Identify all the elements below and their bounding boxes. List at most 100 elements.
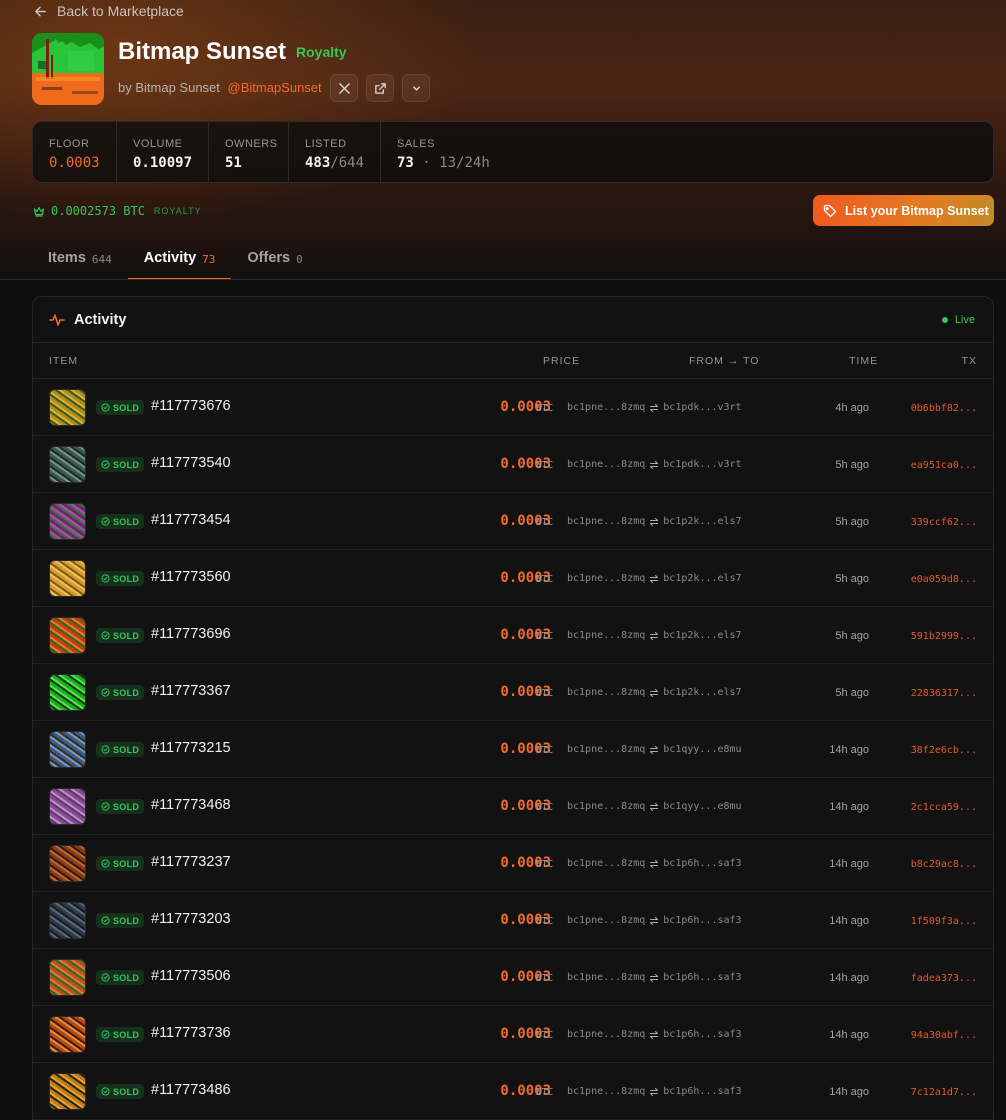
item-thumbnail[interactable] <box>49 845 86 882</box>
from-address-link[interactable]: bc1pne...8zmq <box>567 801 645 812</box>
activity-row[interactable]: SOLD #117773506 0.0003 BTC bc1pne...8zmq… <box>33 949 993 1006</box>
to-address-link[interactable]: bc1p6h...saf3 <box>663 858 741 869</box>
transaction-hash-link[interactable]: 94a30abf... <box>911 1030 977 1041</box>
inscription-id-link[interactable]: #117773696 <box>151 626 231 642</box>
activity-row[interactable]: SOLD #117773736 0.0003 BTC bc1pne...8zmq… <box>33 1006 993 1063</box>
item-thumbnail[interactable] <box>49 674 86 711</box>
transaction-hash-link[interactable]: fadea373... <box>911 973 977 984</box>
to-address-link[interactable]: bc1p6h...saf3 <box>663 1029 741 1040</box>
inscription-id-link[interactable]: #117773676 <box>151 398 231 414</box>
transaction-hash-link[interactable]: 22836317... <box>911 688 977 699</box>
creator-name: by Bitmap Sunset <box>118 80 220 95</box>
transaction-hash-link[interactable]: ea951ca0... <box>911 460 977 471</box>
x-logo-icon <box>338 82 350 94</box>
to-address-link[interactable]: bc1pdk...v3rt <box>663 459 741 470</box>
inscription-id-link[interactable]: #117773367 <box>151 683 231 699</box>
from-address-link[interactable]: bc1pne...8zmq <box>567 630 645 641</box>
tab-items-label: Items <box>48 250 86 266</box>
activity-row[interactable]: SOLD #117773454 0.0003 BTC bc1pne...8zmq… <box>33 493 993 550</box>
list-your-item-button[interactable]: List your Bitmap Sunset <box>813 195 994 226</box>
check-circle-icon <box>101 631 110 640</box>
from-address-link[interactable]: bc1pne...8zmq <box>567 573 645 584</box>
inscription-id-link[interactable]: #117773486 <box>151 1082 231 1098</box>
to-address-link[interactable]: bc1p2k...els7 <box>663 516 741 527</box>
activity-row[interactable]: SOLD #117773468 0.0003 BTC bc1pne...8zmq… <box>33 778 993 835</box>
transaction-hash-link[interactable]: b8c29ac8... <box>911 859 977 870</box>
inscription-id-link[interactable]: #117773203 <box>151 911 231 927</box>
from-address-link[interactable]: bc1pne...8zmq <box>567 516 645 527</box>
x-profile-button[interactable] <box>330 74 358 102</box>
from-address-link[interactable]: bc1pne...8zmq <box>567 858 645 869</box>
to-address-link[interactable]: bc1qyy...e8mu <box>663 801 741 812</box>
from-address-link[interactable]: bc1pne...8zmq <box>567 1029 645 1040</box>
inscription-id-link[interactable]: #117773215 <box>151 740 231 756</box>
item-thumbnail[interactable] <box>49 560 86 597</box>
inscription-id-link[interactable]: #117773736 <box>151 1025 231 1041</box>
tab-offers[interactable]: Offers 0 <box>231 240 318 280</box>
sold-badge: SOLD <box>96 457 145 472</box>
item-thumbnail[interactable] <box>49 959 86 996</box>
activity-row[interactable]: SOLD #117773560 0.0003 BTC bc1pne...8zmq… <box>33 550 993 607</box>
to-address-link[interactable]: bc1qyy...e8mu <box>663 744 741 755</box>
external-link-button[interactable] <box>366 74 394 102</box>
inscription-id-link[interactable]: #117773454 <box>151 512 231 528</box>
inscription-id-link[interactable]: #117773540 <box>151 455 231 471</box>
chevron-down-icon <box>412 85 420 91</box>
item-thumbnail[interactable] <box>49 788 86 825</box>
to-address-link[interactable]: bc1p6h...saf3 <box>663 1086 741 1097</box>
transaction-hash-link[interactable]: 7c12a1d7... <box>911 1087 977 1098</box>
item-thumbnail[interactable] <box>49 731 86 768</box>
transaction-hash-link[interactable]: 591b2999... <box>911 631 977 642</box>
creator-handle-link[interactable]: @BitmapSunset <box>228 80 322 95</box>
activity-row[interactable]: SOLD #117773676 0.0003 BTC bc1pne...8zmq… <box>33 379 993 436</box>
inscription-id-link[interactable]: #117773560 <box>151 569 231 585</box>
transaction-hash-link[interactable]: 339ccf62... <box>911 517 977 528</box>
activity-row[interactable]: SOLD #117773203 0.0003 BTC bc1pne...8zmq… <box>33 892 993 949</box>
activity-row[interactable]: SOLD #117773237 0.0003 BTC bc1pne...8zmq… <box>33 835 993 892</box>
tab-activity[interactable]: Activity 73 <box>127 240 232 280</box>
transaction-hash-link[interactable]: 2c1cca59... <box>911 802 977 813</box>
transaction-hash-link[interactable]: 1f509f3a... <box>911 916 977 927</box>
activity-row[interactable]: SOLD #117773486 0.0003 BTC bc1pne...8zmq… <box>33 1063 993 1120</box>
stat-floor-value: 0.0003 <box>49 155 100 171</box>
from-address-link[interactable]: bc1pne...8zmq <box>567 402 645 413</box>
external-link-icon <box>374 82 386 94</box>
transaction-hash-link[interactable]: 38f2e6cb... <box>911 745 977 756</box>
item-thumbnail[interactable] <box>49 902 86 939</box>
back-to-marketplace-link[interactable]: Back to Marketplace <box>34 2 184 20</box>
activity-row[interactable]: SOLD #117773540 0.0003 BTC bc1pne...8zmq… <box>33 436 993 493</box>
swap-arrows-icon <box>650 973 659 982</box>
from-address-link[interactable]: bc1pne...8zmq <box>567 744 645 755</box>
inscription-id-link[interactable]: #117773468 <box>151 797 231 813</box>
tab-items[interactable]: Items 644 <box>32 240 128 280</box>
activity-row[interactable]: SOLD #117773367 0.0003 BTC bc1pne...8zmq… <box>33 664 993 721</box>
status-label: SOLD <box>113 801 140 812</box>
to-address-link[interactable]: bc1p2k...els7 <box>663 630 741 641</box>
item-thumbnail[interactable] <box>49 389 86 426</box>
to-address-link[interactable]: bc1p2k...els7 <box>663 687 741 698</box>
to-address-link[interactable]: bc1p2k...els7 <box>663 573 741 584</box>
item-thumbnail[interactable] <box>49 617 86 654</box>
to-address-link[interactable]: bc1p6h...saf3 <box>663 972 741 983</box>
more-options-button[interactable] <box>402 74 430 102</box>
inscription-id-link[interactable]: #117773506 <box>151 968 231 984</box>
from-address-link[interactable]: bc1pne...8zmq <box>567 972 645 983</box>
inscription-id-link[interactable]: #117773237 <box>151 854 231 870</box>
to-address-link[interactable]: bc1pdk...v3rt <box>663 402 741 413</box>
item-thumbnail[interactable] <box>49 446 86 483</box>
sold-badge: SOLD <box>96 400 145 415</box>
to-address-link[interactable]: bc1p6h...saf3 <box>663 915 741 926</box>
item-thumbnail[interactable] <box>49 503 86 540</box>
from-address-link[interactable]: bc1pne...8zmq <box>567 1086 645 1097</box>
from-address-link[interactable]: bc1pne...8zmq <box>567 459 645 470</box>
activity-row[interactable]: SOLD #117773696 0.0003 BTC bc1pne...8zmq… <box>33 607 993 664</box>
from-address-link[interactable]: bc1pne...8zmq <box>567 687 645 698</box>
item-thumbnail[interactable] <box>49 1073 86 1110</box>
from-to-addresses: bc1pne...8zmq bc1qyy...e8mu <box>567 744 742 755</box>
item-thumbnail[interactable] <box>49 1016 86 1053</box>
activity-row[interactable]: SOLD #117773215 0.0003 BTC bc1pne...8zmq… <box>33 721 993 778</box>
stat-volume-label: VOLUME <box>133 138 183 150</box>
transaction-hash-link[interactable]: 0b6bbf82... <box>911 403 977 414</box>
transaction-hash-link[interactable]: e0a059d8... <box>911 574 977 585</box>
from-address-link[interactable]: bc1pne...8zmq <box>567 915 645 926</box>
